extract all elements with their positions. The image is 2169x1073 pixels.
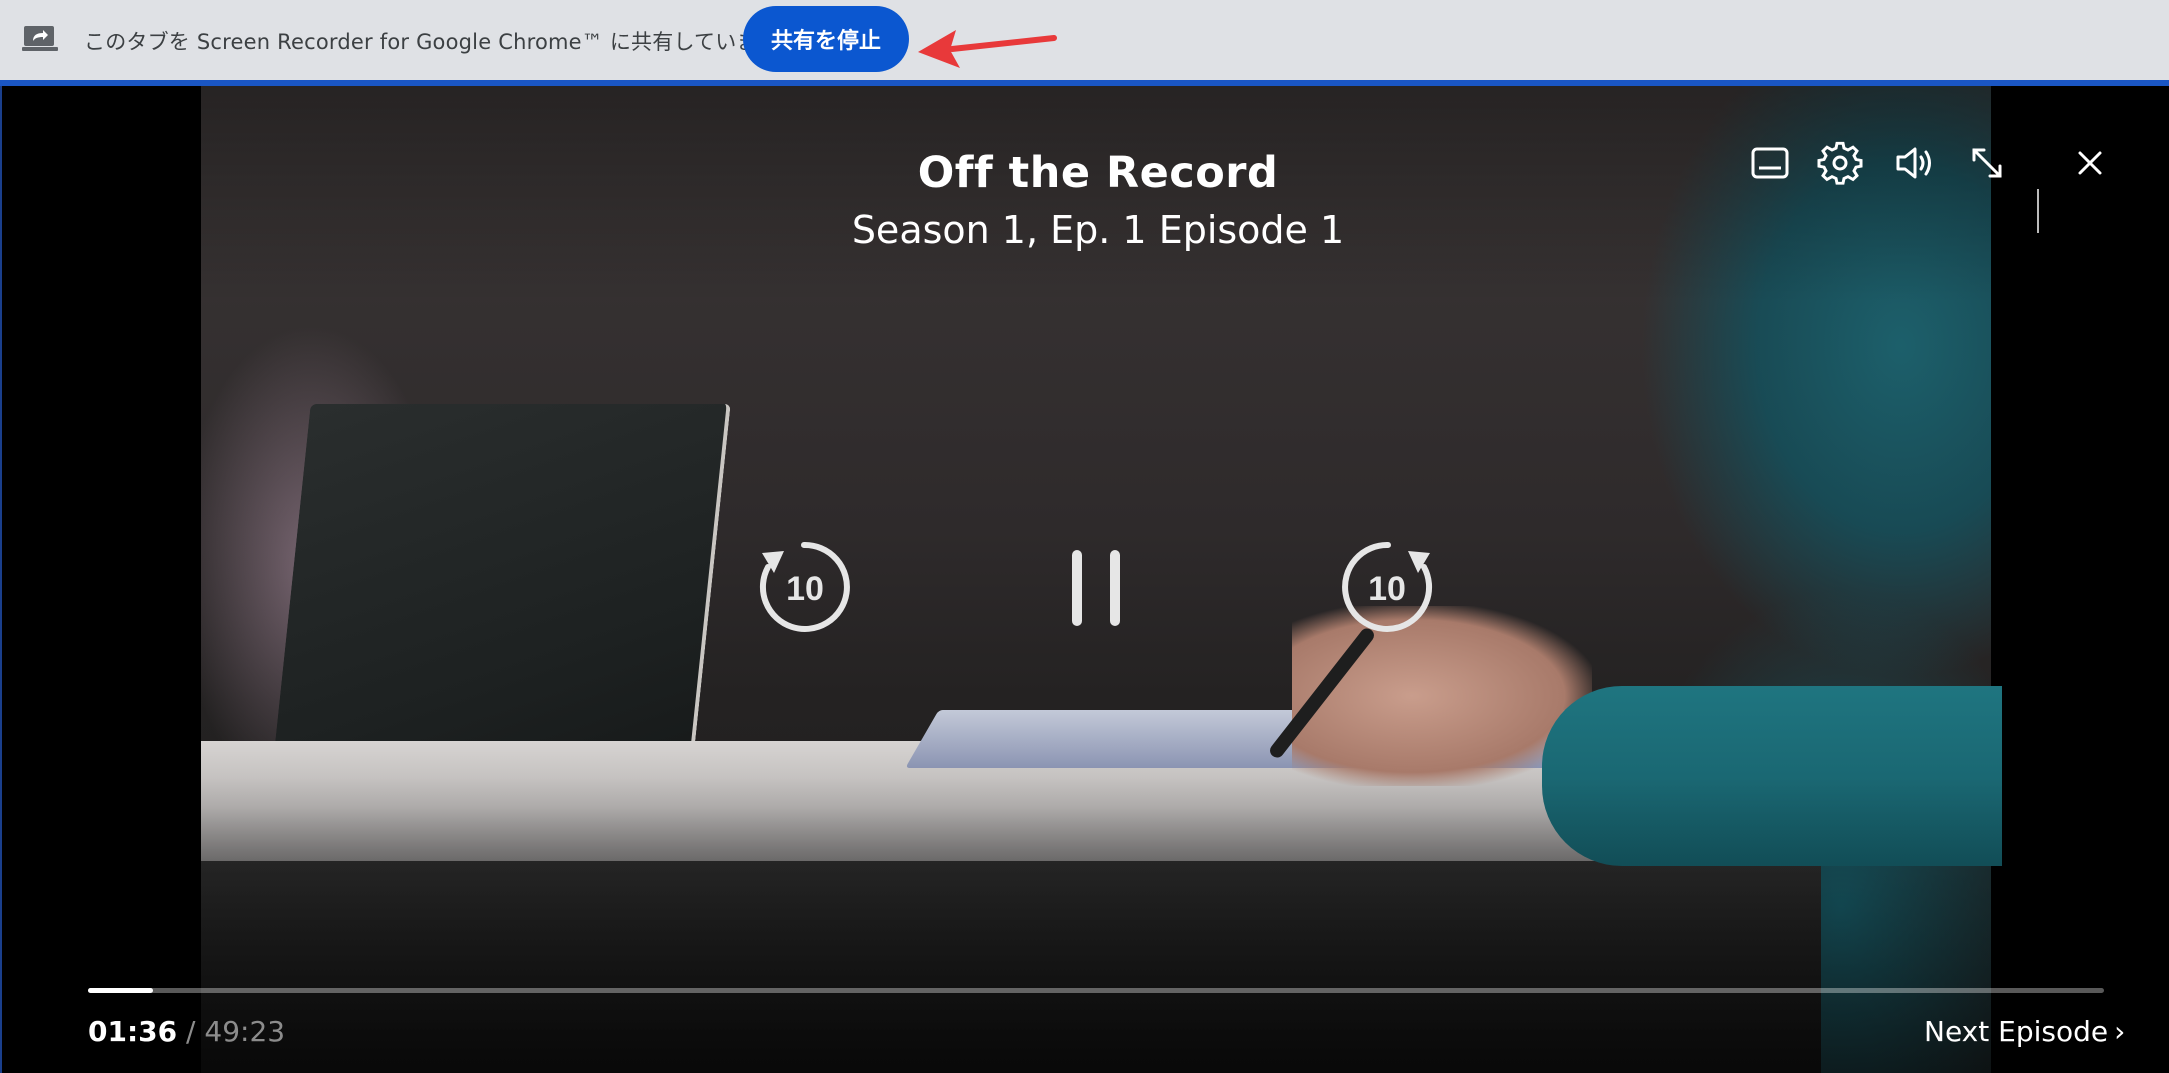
chevron-right-icon: › <box>2114 1015 2126 1048</box>
tab-sharing-infobar: このタブを Screen Recorder for Google Chrome™… <box>0 0 2169 86</box>
volume-icon <box>1896 147 1931 179</box>
sharing-message: このタブを Screen Recorder for Google Chrome™… <box>84 30 779 54</box>
top-controls <box>2 136 2169 233</box>
next-episode-button[interactable]: Next Episode › <box>1924 1015 2125 1048</box>
next-episode-label: Next Episode <box>1924 1015 2109 1048</box>
rewind-icon: 10 <box>759 541 850 632</box>
stop-sharing-button[interactable]: 共有を停止 <box>743 6 909 72</box>
progress-fill <box>88 988 153 993</box>
time-separator: / <box>177 1015 205 1048</box>
close-icon <box>2078 151 2102 175</box>
pause-icon <box>1072 550 1120 626</box>
annotation-arrow-icon <box>918 30 1057 68</box>
total-time: 49:23 <box>204 1015 286 1048</box>
forward-icon: 10 <box>1342 541 1433 632</box>
rewind-10-button[interactable]: 10 <box>754 537 854 637</box>
volume-button[interactable] <box>1888 136 1942 190</box>
forward-label: 10 <box>1368 570 1406 608</box>
rewind-label: 10 <box>786 570 824 608</box>
video-player[interactable]: Off the Record Season 1, Ep. 1 Episode 1 <box>0 86 2169 1073</box>
current-time: 01:36 <box>88 1015 178 1048</box>
expand-icon <box>1972 148 2002 178</box>
time-readout: 01:36 / 49:23 <box>88 1015 285 1048</box>
controls-divider <box>2037 189 2039 233</box>
episode-title: Season 1, Ep. 1 Episode 1 <box>851 208 1345 252</box>
close-button[interactable] <box>2063 136 2117 190</box>
fullscreen-button[interactable] <box>1960 136 2014 190</box>
gear-icon <box>1817 141 1863 185</box>
subtitles-icon <box>1751 147 1789 179</box>
subtitles-button[interactable] <box>1743 136 1797 190</box>
share-screen-icon <box>22 26 58 51</box>
forward-10-button[interactable]: 10 <box>1338 537 1438 637</box>
settings-button[interactable] <box>1813 136 1867 190</box>
pause-button[interactable] <box>1068 544 1124 632</box>
progress-bar[interactable] <box>88 988 2104 993</box>
